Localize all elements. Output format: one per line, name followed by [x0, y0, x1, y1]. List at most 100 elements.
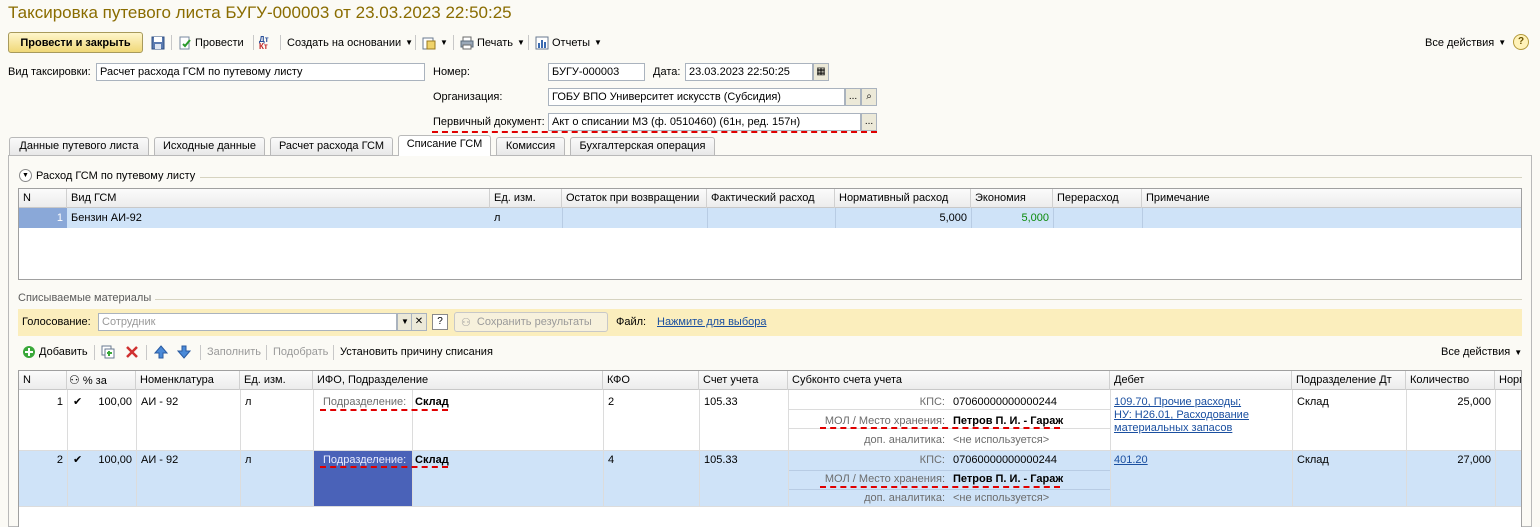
table-row[interactable]: 1 Бензин АИ-92 л 5,000 5,000 [19, 208, 1521, 228]
debit-link[interactable]: 109.70, Прочие расходы; [1114, 396, 1241, 408]
post-button-label: Провести [195, 36, 244, 49]
collapse-toggle[interactable]: ▼ [19, 169, 32, 182]
voting-help-button[interactable]: ? [432, 314, 448, 330]
col-header[interactable]: Номенклатура [136, 371, 240, 390]
table-row[interactable]: 1 ✔ 100,00 АИ - 92 л Подразделение: Скла… [19, 390, 1521, 450]
post-button[interactable]: Провести [178, 32, 244, 53]
add-row-button[interactable]: Добавить [22, 343, 88, 361]
sub-value: <не используется> [953, 492, 1050, 504]
reports-menu[interactable]: Отчеты ▼ [535, 32, 602, 53]
sub-label: МОЛ / Место хранения: [824, 473, 945, 485]
percent: 100,00 [98, 396, 132, 408]
move-down-button[interactable] [176, 343, 192, 361]
post-document-icon [178, 36, 192, 50]
calendar-button[interactable]: ▦ [813, 63, 829, 81]
date-field[interactable]: 23.03.2023 22:50:25 [685, 63, 813, 81]
organization-field[interactable]: ГОБУ ВПО Университет искусств (Субсидия) [548, 88, 845, 106]
organization-open-button[interactable]: ⌕ [861, 88, 877, 106]
copy-icon [101, 345, 115, 359]
number-field[interactable]: БУГУ-000003 [548, 63, 645, 81]
col-header[interactable]: N [19, 371, 67, 390]
col-header[interactable]: Остаток при возвращении [562, 189, 707, 208]
save-results-label: Сохранить результаты [476, 316, 592, 328]
dt-kt-button[interactable]: Дт Кт [259, 32, 269, 53]
debit-link[interactable]: 401.20 [1114, 454, 1148, 466]
copy-row-button[interactable] [101, 343, 115, 361]
print-menu[interactable]: Печать ▼ [460, 32, 525, 53]
primary-document-select-button[interactable]: ... [861, 113, 877, 131]
tab-fuel-writeoff[interactable]: Списание ГСМ [398, 135, 491, 156]
create-based-on-menu[interactable]: Создать на основании ▼ [287, 32, 413, 53]
set-reason-button[interactable]: Установить причину списания [340, 343, 493, 361]
delete-row-button[interactable] [125, 343, 139, 361]
sub-label: МОЛ / Место хранения: [824, 415, 945, 427]
col-header[interactable]: ИФО, Подразделение [313, 371, 603, 390]
search-icon: ⌕ [866, 91, 872, 102]
voting-clear-button[interactable]: ✕ [411, 313, 427, 331]
tab-source-data[interactable]: Исходные данные [154, 137, 265, 155]
check-icon[interactable]: ✔ [73, 453, 82, 466]
primary-document-field[interactable]: Акт о списании МЗ (ф. 0510460) (61н, ред… [548, 113, 861, 131]
taxing-type-field[interactable]: Расчет расхода ГСМ по путевому листу [96, 63, 425, 81]
save-results-button[interactable]: ⚇ Сохранить результаты [454, 312, 608, 332]
debit-link[interactable]: материальных запасов [1114, 422, 1232, 434]
structure-button[interactable]: ▼ [422, 32, 448, 53]
window-title: Таксировка путевого листа БУГУ-000003 от… [8, 3, 512, 22]
organization-select-button[interactable]: ... [845, 88, 861, 106]
voting-employee-field[interactable]: Сотрудник [98, 313, 397, 331]
user-icon: ⚇ [69, 373, 80, 387]
percent-header-label: % за [82, 375, 107, 387]
bar-chart-icon [535, 36, 549, 50]
all-actions-label: Все действия [1425, 36, 1495, 49]
row-number: 2 [56, 454, 63, 466]
col-header[interactable]: Примечание [1142, 189, 1521, 208]
col-header[interactable]: ⚇ % за [67, 371, 136, 390]
tab-waybill-data[interactable]: Данные путевого листа [9, 137, 149, 155]
file-select-link[interactable]: Нажмите для выбора [657, 316, 766, 328]
arrow-down-icon [176, 345, 192, 359]
col-header[interactable]: Ед. изм. [240, 371, 313, 390]
help-button[interactable]: ? [1513, 34, 1529, 50]
select-button[interactable]: Подобрать [273, 343, 328, 361]
file-label: Файл: [616, 316, 647, 328]
tab-commission[interactable]: Комиссия [496, 137, 565, 155]
debit-link[interactable]: НУ: Н26.01, Расходование [1114, 409, 1249, 421]
voting-label: Голосование: [22, 316, 91, 328]
col-header[interactable]: Ед. изм. [490, 189, 562, 208]
delete-icon [125, 345, 139, 359]
chevron-down-icon: ▼ [22, 172, 29, 179]
col-header[interactable]: Дебет [1110, 371, 1292, 390]
fuel-table: N Вид ГСМ Ед. изм. Остаток при возвращен… [18, 188, 1522, 280]
sub-value: Петров П. И. - Гараж [953, 473, 1064, 485]
tab-accounting-operation[interactable]: Бухгалтерская операция [570, 137, 715, 155]
col-header[interactable]: Нормативный расход [835, 189, 971, 208]
row-number: 1 [56, 396, 63, 408]
fill-button[interactable]: Заполнить [207, 343, 261, 361]
col-header[interactable]: Перерасход [1053, 189, 1142, 208]
col-header[interactable]: Количество [1406, 371, 1495, 390]
col-header[interactable]: Экономия [971, 189, 1053, 208]
all-actions-menu[interactable]: Все действия ▼ [1425, 32, 1506, 53]
user-icon: ⚇ [461, 316, 471, 329]
sub-label: доп. аналитика: [864, 434, 945, 446]
move-up-button[interactable] [153, 343, 169, 361]
tab-fuel-calc[interactable]: Расчет расхода ГСМ [270, 137, 393, 155]
col-header[interactable]: Вид ГСМ [67, 189, 490, 208]
col-header[interactable]: КФО [603, 371, 699, 390]
materials-all-actions-menu[interactable]: Все действия ▼ [1441, 343, 1522, 361]
save-button[interactable] [151, 32, 165, 53]
primary-document-label: Первичный документ: [433, 116, 545, 128]
post-and-close-button[interactable]: Провести и закрыть [8, 32, 143, 53]
col-header[interactable]: Счет учета [699, 371, 788, 390]
norm-consumption: 5,000 [939, 212, 967, 224]
check-icon[interactable]: ✔ [73, 395, 82, 408]
materials-all-actions-label: Все действия [1441, 346, 1511, 358]
sub-value: 07060000000000244 [953, 454, 1058, 466]
col-header[interactable]: N [19, 189, 67, 208]
table-row[interactable]: 2 ✔ 100,00 АИ - 92 л Подразделение: Скла… [19, 451, 1521, 506]
quantity: 25,000 [1457, 396, 1491, 408]
col-header[interactable]: Подразделение Дт [1292, 371, 1406, 390]
col-header[interactable]: Субконто счета учета [788, 371, 1110, 390]
col-header[interactable]: Фактический расход [707, 189, 835, 208]
col-header[interactable]: Норм [1495, 371, 1521, 390]
